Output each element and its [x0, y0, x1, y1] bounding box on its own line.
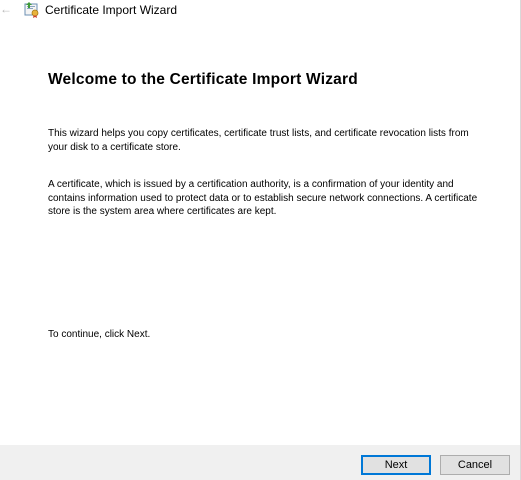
certificate-description-paragraph: A certificate, which is issued by a cert… [48, 179, 478, 217]
page-heading: Welcome to the Certificate Import Wizard [48, 71, 358, 88]
title-bar: ← Certificate Import Wizard [0, 0, 520, 22]
back-arrow-icon[interactable]: ← [0, 2, 12, 16]
cancel-button[interactable]: Cancel [440, 455, 510, 475]
certificate-icon [23, 1, 41, 18]
next-button[interactable]: Next [361, 455, 431, 475]
continue-instruction: To continue, click Next. [48, 329, 151, 340]
window-title: Certificate Import Wizard [45, 3, 178, 17]
certificate-import-wizard-window: ← Certificate Import Wizard Welcome to t… [0, 0, 521, 480]
intro-paragraph: This wizard helps you copy certificates,… [48, 128, 469, 153]
